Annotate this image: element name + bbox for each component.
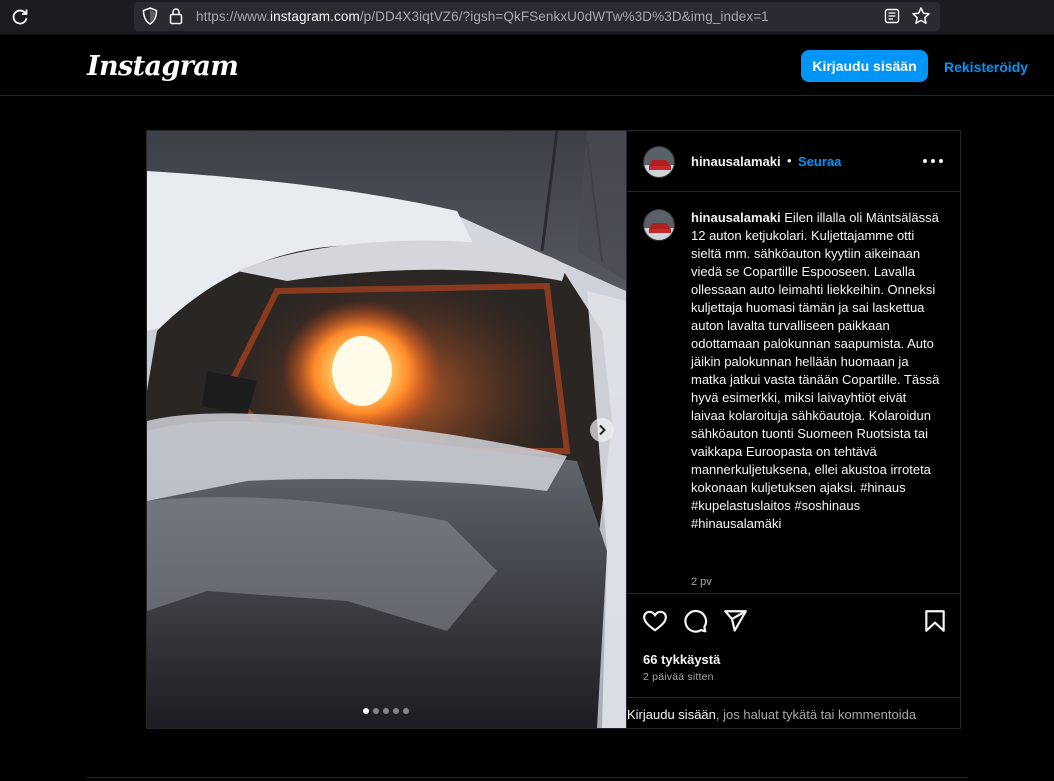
carousel-dot	[393, 708, 399, 714]
likes-count[interactable]: 66 tykkäystä	[643, 652, 720, 667]
post-card: hinausalamaki • Seuraa hinausalamaki Eil…	[146, 130, 961, 729]
url-path: /p/DD4X3iqtVZ6/?igsh=QkFSenkxU0dWTw%3D%3…	[359, 9, 769, 24]
shield-icon[interactable]	[142, 7, 158, 25]
post-photo	[147, 131, 626, 728]
lock-icon[interactable]	[169, 7, 183, 25]
instagram-logo[interactable]: Instagram	[87, 51, 239, 82]
caption-section: hinausalamaki Eilen illalla oli Mäntsälä…	[627, 193, 961, 593]
post-date: 2 päivää sitten	[643, 671, 714, 683]
post-username[interactable]: hinausalamaki	[691, 154, 781, 169]
separator-dot: •	[787, 153, 792, 168]
post-header: hinausalamaki • Seuraa	[627, 131, 961, 192]
avatar[interactable]	[643, 209, 675, 241]
comment-icon[interactable]	[682, 608, 708, 634]
follow-button[interactable]: Seuraa	[798, 154, 841, 169]
bookmark-star-icon[interactable]	[911, 6, 931, 26]
post-media[interactable]	[147, 131, 626, 728]
login-prompt-text: , jos haluat tykätä tai kommentoida	[715, 707, 917, 722]
chevron-right-icon	[599, 424, 606, 436]
carousel-dot	[383, 708, 389, 714]
instagram-header: Instagram Kirjaudu sisään Rekisteröidy	[0, 35, 1054, 96]
carousel-dot	[403, 708, 409, 714]
footer-divider	[87, 777, 967, 778]
carousel-dot	[373, 708, 379, 714]
login-button[interactable]: Kirjaudu sisään	[801, 50, 928, 82]
url-prefix: https://www.	[196, 9, 270, 24]
avatar[interactable]	[643, 146, 675, 178]
carousel-indicator	[363, 708, 409, 714]
caption-timestamp: 2 pv	[691, 576, 712, 588]
url-domain: instagram.com	[269, 9, 360, 24]
signup-link[interactable]: Rekisteröidy	[944, 59, 1028, 75]
reader-view-icon[interactable]	[884, 8, 900, 24]
save-icon[interactable]	[922, 608, 948, 634]
login-prompt-link[interactable]: Kirjaudu sisään	[627, 707, 716, 722]
more-options-icon[interactable]	[923, 151, 943, 171]
carousel-dot	[363, 708, 369, 714]
caption-text: Eilen illalla oli Mäntsälässä 12 auton k…	[691, 210, 940, 531]
browser-toolbar: https://www.instagram.com/p/DD4X3iqtVZ6/…	[0, 0, 1054, 35]
login-prompt: Kirjaudu sisään, jos haluat tykätä tai k…	[627, 697, 961, 729]
url-text[interactable]: https://www.instagram.com/p/DD4X3iqtVZ6/…	[196, 9, 769, 24]
carousel-next-button[interactable]	[590, 418, 614, 442]
reload-icon[interactable]	[10, 7, 30, 27]
post-caption: hinausalamaki Eilen illalla oli Mäntsälä…	[691, 209, 941, 533]
post-sidebar: hinausalamaki • Seuraa hinausalamaki Eil…	[626, 131, 961, 728]
caption-username[interactable]: hinausalamaki	[691, 210, 781, 225]
heart-icon[interactable]	[642, 608, 668, 634]
share-icon[interactable]	[722, 608, 748, 634]
post-actions: 66 tykkäystä 2 päivää sitten Kirjaudu si…	[627, 593, 961, 728]
